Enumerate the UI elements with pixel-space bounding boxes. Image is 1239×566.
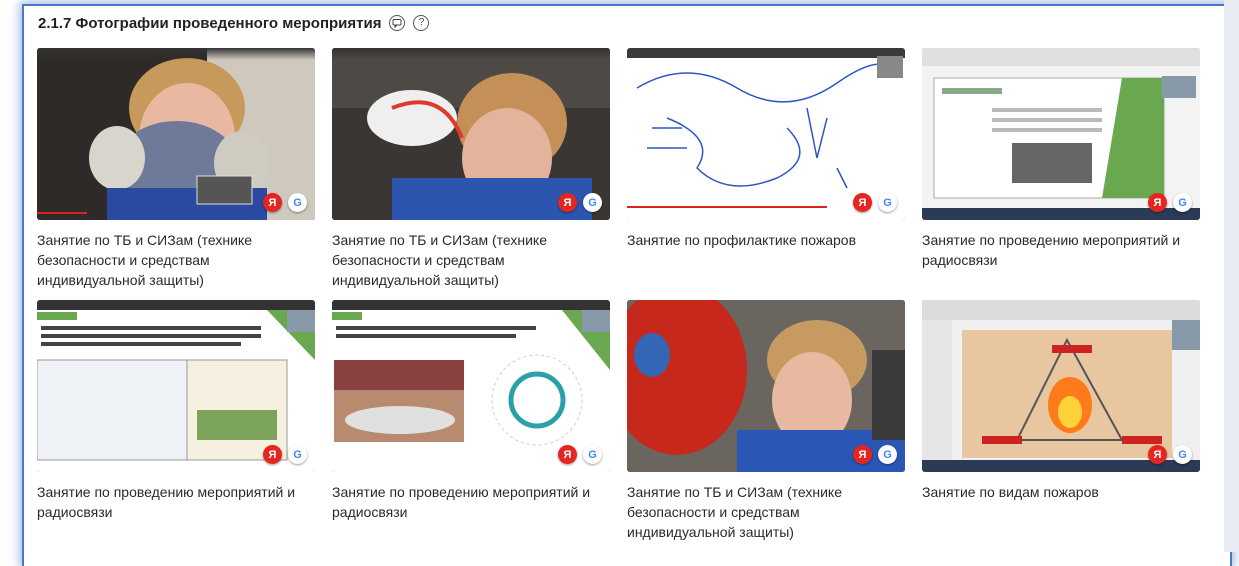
google-icon[interactable]: G: [583, 193, 602, 212]
yandex-icon[interactable]: Я: [263, 193, 282, 212]
scrollbar-track[interactable]: [1224, 0, 1239, 552]
google-icon[interactable]: G: [1173, 193, 1192, 212]
photo-caption: Занятие по проведению мероприятий и ради…: [922, 232, 1181, 268]
google-icon[interactable]: G: [583, 445, 602, 464]
search-badges: Я G: [853, 445, 897, 464]
google-icon[interactable]: G: [878, 193, 897, 212]
photo-grid: Я G Занятие по ТБ и СИЗам (технике безоп…: [37, 48, 1200, 552]
google-icon[interactable]: G: [288, 193, 307, 212]
photo-caption: Занятие по ТБ и СИЗам (технике безопасно…: [627, 484, 843, 540]
search-badges: Я G: [1148, 445, 1192, 464]
photo-thumbnail[interactable]: Я G: [922, 300, 1200, 472]
photo-thumbnail[interactable]: Я G: [332, 300, 610, 472]
search-badges: Я G: [558, 445, 602, 464]
search-badges: Я G: [1148, 193, 1192, 212]
search-badges: Я G: [558, 193, 602, 212]
search-badges: Я G: [263, 193, 307, 212]
photo-caption: Занятие по ТБ и СИЗам (технике безопасно…: [332, 232, 548, 288]
google-icon[interactable]: G: [878, 445, 897, 464]
yandex-icon[interactable]: Я: [558, 193, 577, 212]
photo-card[interactable]: Я G Занятие по ТБ и СИЗам (технике безоп…: [627, 300, 905, 552]
photo-card[interactable]: Я G Занятие по профилактике пожаров: [627, 48, 905, 300]
photo-thumbnail[interactable]: Я G: [332, 48, 610, 220]
photo-thumbnail[interactable]: Я G: [37, 48, 315, 220]
yandex-icon[interactable]: Я: [263, 445, 282, 464]
yandex-icon[interactable]: Я: [558, 445, 577, 464]
search-badges: Я G: [263, 445, 307, 464]
photo-card[interactable]: Я G Занятие по проведению мероприятий и …: [332, 300, 610, 552]
photo-card[interactable]: Я G Занятие по ТБ и СИЗам (технике безоп…: [37, 48, 315, 300]
search-badges: Я G: [853, 193, 897, 212]
video-progress: [37, 212, 87, 214]
google-icon[interactable]: G: [288, 445, 307, 464]
yandex-icon[interactable]: Я: [1148, 445, 1167, 464]
photo-card[interactable]: Я G Занятие по проведению мероприятий и …: [922, 48, 1200, 300]
photo-card[interactable]: Я G Занятие по проведению мероприятий и …: [37, 300, 315, 552]
section-title: 2.1.7 Фотографии проведенного мероприяти…: [38, 14, 382, 32]
google-icon[interactable]: G: [1173, 445, 1192, 464]
photo-caption: Занятие по видам пожаров: [922, 484, 1099, 500]
photo-caption: Занятие по проведению мероприятий и ради…: [332, 484, 591, 520]
video-topbar: [37, 48, 315, 60]
photo-card[interactable]: Я G Занятие по видам пожаров: [922, 300, 1200, 552]
photo-card[interactable]: Я G Занятие по ТБ и СИЗам (технике безоп…: [332, 48, 610, 300]
comment-icon[interactable]: [389, 15, 406, 31]
photo-thumbnail[interactable]: Я G: [627, 48, 905, 220]
photo-thumbnail[interactable]: Я G: [37, 300, 315, 472]
yandex-icon[interactable]: Я: [853, 193, 872, 212]
photo-caption: Занятие по профилактике пожаров: [627, 232, 857, 248]
photo-thumbnail[interactable]: Я G: [627, 300, 905, 472]
photo-thumbnail[interactable]: Я G: [922, 48, 1200, 220]
help-icon[interactable]: ?: [413, 15, 430, 31]
video-topbar: [332, 48, 610, 60]
photo-caption: Занятие по проведению мероприятий и ради…: [37, 484, 296, 520]
photo-caption: Занятие по ТБ и СИЗам (технике безопасно…: [37, 232, 253, 288]
yandex-icon[interactable]: Я: [853, 445, 872, 464]
section-header: 2.1.7 Фотографии проведенного мероприяти…: [38, 12, 430, 34]
yandex-icon[interactable]: Я: [1148, 193, 1167, 212]
